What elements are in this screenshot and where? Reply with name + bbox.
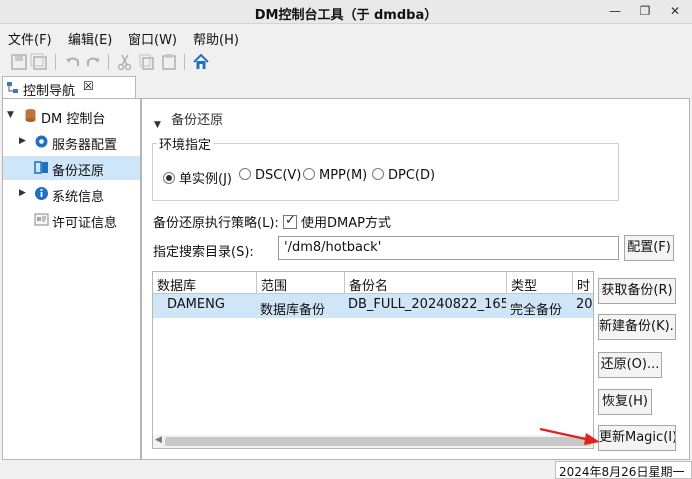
toolbar-separator: [55, 54, 56, 70]
dmap-checkbox[interactable]: 使用DMAP方式: [283, 212, 391, 231]
collapse-section-icon[interactable]: ▼: [154, 120, 161, 130]
menu-help[interactable]: 帮助(H): [193, 29, 239, 48]
scrollbar-thumb[interactable]: [165, 437, 591, 446]
radio-single-instance[interactable]: 单实例(J): [163, 168, 232, 187]
get-backup-button[interactable]: 获取备份(R): [598, 278, 676, 304]
tree-item-server-config[interactable]: ▶ 服务器配置: [3, 130, 140, 154]
collapse-icon[interactable]: ▼: [7, 110, 14, 120]
paste-icon[interactable]: [160, 53, 178, 71]
license-icon: [34, 213, 49, 226]
tree-item-backup-restore[interactable]: 备份还原: [3, 156, 140, 180]
home-icon[interactable]: [192, 53, 210, 71]
section-title: 备份还原: [171, 113, 224, 128]
navigator-tree: ▼ DM 控制台 ▶ 服务器配置 备份还原 ▶ 系统信息 许可证信息: [2, 98, 141, 460]
column-header[interactable]: 备份名: [345, 272, 507, 294]
gear-icon: [35, 135, 48, 148]
menu-window[interactable]: 窗口(W): [128, 29, 177, 48]
table-cell: DB_FULL_20240822_165...: [348, 297, 506, 312]
update-magic-button[interactable]: 更新Magic(I): [598, 425, 676, 451]
close-button[interactable]: ✕: [660, 1, 690, 21]
close-tab-icon[interactable]: ☒: [83, 79, 94, 93]
table-cell: 20: [576, 297, 593, 312]
tree-label: 备份还原: [52, 164, 105, 179]
strategy-label: 备份还原执行策略(L):: [153, 216, 279, 231]
horizontal-scrollbar[interactable]: ◀: [153, 435, 593, 448]
config-button[interactable]: 配置(F): [624, 235, 674, 261]
column-header[interactable]: 数据库: [153, 272, 257, 294]
menu-edit[interactable]: 编辑(E): [68, 29, 112, 48]
radio-dpc[interactable]: DPC(D): [372, 168, 435, 186]
toolbar-separator: [184, 54, 185, 70]
expand-icon[interactable]: ▶: [19, 136, 26, 146]
radio-dot: [239, 168, 251, 180]
search-dir-input[interactable]: '/dm8/hotback': [278, 236, 619, 260]
table-cell: 完全备份: [510, 303, 563, 318]
database-icon: [25, 109, 36, 122]
scroll-left-icon[interactable]: ◀: [155, 435, 162, 445]
tree-item-dm-console[interactable]: ▼ DM 控制台: [3, 104, 140, 128]
cut-icon[interactable]: [116, 53, 134, 71]
info-icon: [35, 187, 48, 200]
tree-label: DM 控制台: [41, 112, 106, 127]
table-cell: DAMENG: [167, 297, 225, 312]
toolbar: [0, 50, 692, 74]
radio-dot: [303, 168, 315, 180]
recover-button[interactable]: 恢复(H): [598, 389, 652, 415]
column-header[interactable]: 时: [573, 272, 593, 294]
radio-label: MPP(M): [319, 168, 368, 183]
radio-label: 单实例(J): [179, 172, 232, 187]
radio-dsc[interactable]: DSC(V): [239, 168, 301, 186]
redo-icon[interactable]: [84, 53, 102, 71]
maximize-button[interactable]: ❐: [630, 1, 660, 21]
tree-label: 系统信息: [52, 190, 105, 205]
title-bar: DM控制台工具（于 dmdba） — ❐ ✕: [0, 0, 692, 24]
checkbox-box: [283, 213, 297, 229]
undo-icon[interactable]: [64, 53, 82, 71]
column-header[interactable]: 类型: [507, 272, 573, 294]
table-cell: 数据库备份: [260, 303, 326, 318]
minimize-button[interactable]: —: [600, 1, 630, 21]
save-all-icon[interactable]: [30, 53, 48, 71]
toolbar-separator: [108, 54, 109, 70]
radio-label: DSC(V): [255, 168, 302, 183]
radio-dot: [163, 172, 175, 184]
tree-item-license-info[interactable]: 许可证信息: [3, 208, 140, 232]
restore-button[interactable]: 还原(O)...: [598, 352, 662, 378]
radio-label: DPC(D): [388, 168, 436, 183]
backup-icon: [34, 161, 48, 174]
tree-label: 服务器配置: [52, 138, 118, 153]
menu-file[interactable]: 文件(F): [8, 29, 52, 48]
new-backup-button[interactable]: 新建备份(K)...: [598, 314, 676, 340]
editor-header: [141, 76, 690, 98]
tree-item-system-info[interactable]: ▶ 系统信息: [3, 182, 140, 206]
radio-mpp[interactable]: MPP(M): [303, 168, 367, 186]
navigator-tab[interactable]: 控制导航 ☒: [2, 76, 136, 99]
copy-icon[interactable]: [138, 53, 156, 71]
environment-group-label: 环境指定: [157, 134, 214, 153]
column-header[interactable]: 范围: [257, 272, 345, 294]
search-dir-label: 指定搜索目录(S):: [153, 245, 254, 260]
backup-restore-panel: ▼ 备份还原 环境指定 单实例(J) DSC(V) MPP(M) DPC(D) …: [141, 98, 690, 460]
backup-table: 数据库 范围 备份名 类型 时 DAMENG 数据库备份 DB_FULL_202…: [152, 271, 594, 449]
radio-dot: [372, 168, 384, 180]
environment-group: 环境指定 单实例(J) DSC(V) MPP(M) DPC(D): [152, 134, 619, 201]
annotation-arrow-icon: [539, 427, 600, 445]
status-datetime: 2024年8月26日星期一: [555, 461, 692, 479]
save-icon[interactable]: [10, 53, 28, 71]
expand-icon[interactable]: ▶: [19, 188, 26, 198]
window-title: DM控制台工具（于 dmdba）: [254, 8, 438, 23]
dmap-checkbox-label: 使用DMAP方式: [301, 216, 391, 231]
navigator-tab-label: 控制导航: [23, 84, 76, 99]
navigator-icon: [7, 82, 18, 93]
section-header[interactable]: ▼ 备份还原: [154, 109, 224, 130]
tree-label: 许可证信息: [52, 216, 118, 231]
menu-bar: 文件(F) 编辑(E) 窗口(W) 帮助(H): [0, 26, 692, 50]
